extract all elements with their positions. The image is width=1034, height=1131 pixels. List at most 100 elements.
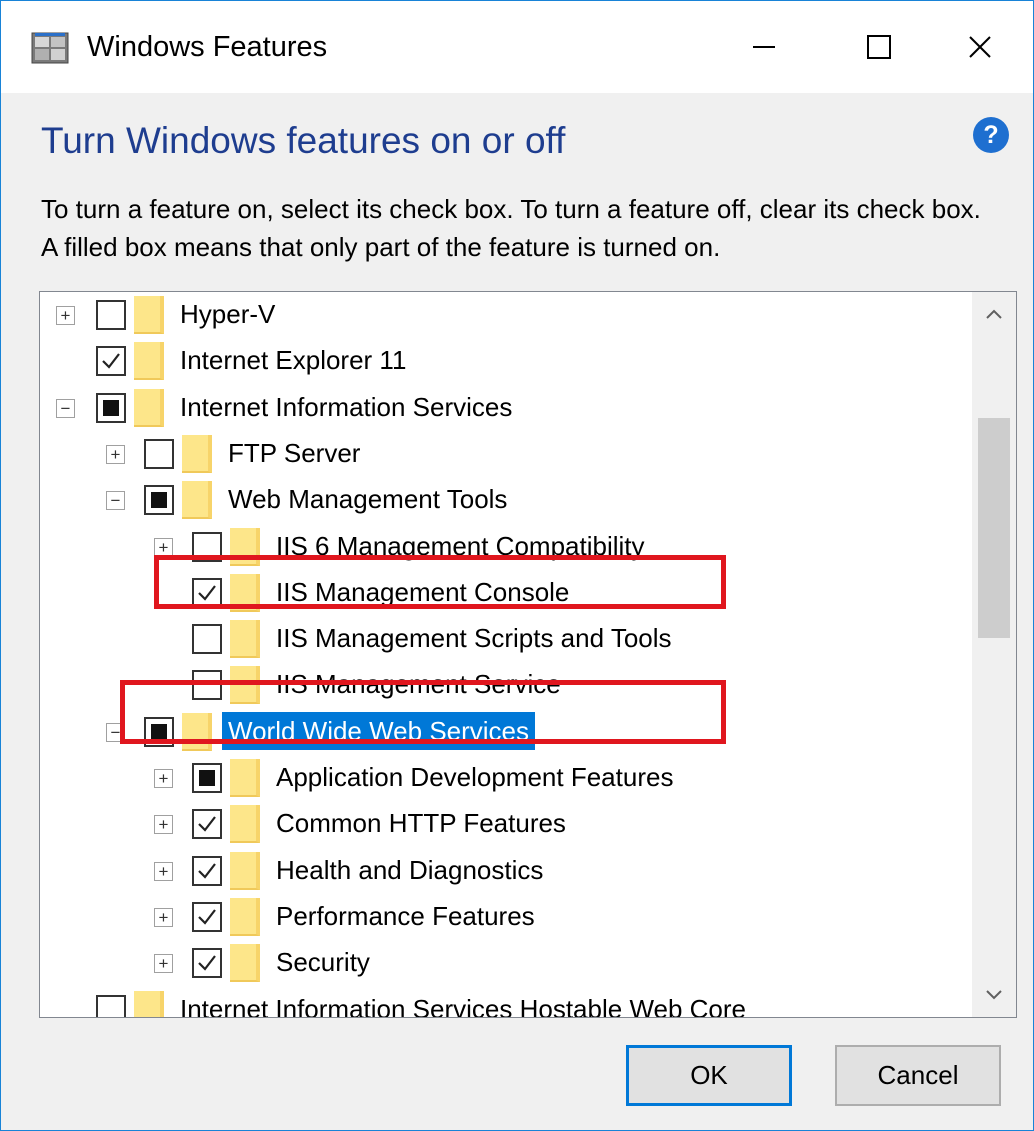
- tree-row[interactable]: − Internet Information Services: [40, 385, 970, 431]
- maximize-button[interactable]: [821, 1, 936, 93]
- folder-icon: [230, 666, 260, 705]
- checkmark-icon: [198, 816, 216, 832]
- dialog-content: Turn Windows features on or off ? To tur…: [1, 93, 1033, 1130]
- feature-label[interactable]: IIS 6 Management Compatibility: [276, 527, 645, 565]
- minimize-icon: [752, 46, 775, 48]
- tree-row[interactable]: + Application Development Features: [40, 755, 970, 801]
- scroll-down-button[interactable]: [972, 973, 1016, 1017]
- windows-features-dialog: Windows Features Turn Windows features o…: [0, 0, 1034, 1131]
- feature-label[interactable]: Web Management Tools: [228, 480, 507, 518]
- feature-checkbox[interactable]: [192, 855, 222, 886]
- folder-icon: [230, 805, 260, 844]
- expand-icon[interactable]: +: [154, 954, 173, 974]
- expand-icon[interactable]: +: [106, 444, 125, 464]
- feature-checkbox[interactable]: [192, 901, 222, 932]
- feature-label[interactable]: IIS Management Service: [276, 665, 561, 703]
- feature-label[interactable]: IIS Management Console: [276, 573, 569, 611]
- tree-row[interactable]: + Performance Features: [40, 894, 970, 940]
- feature-checkbox[interactable]: [192, 763, 222, 793]
- checkmark-icon: [198, 585, 216, 601]
- tree-row[interactable]: − Web Management Tools: [40, 477, 970, 523]
- close-icon: [968, 36, 991, 58]
- feature-checkbox[interactable]: [96, 300, 126, 330]
- tree-row[interactable]: + Security: [40, 940, 970, 986]
- folder-icon: [134, 342, 164, 381]
- feature-checkbox[interactable]: [192, 577, 222, 608]
- folder-icon: [230, 851, 260, 890]
- tree-scrollbar[interactable]: [972, 292, 1016, 1017]
- tree-row[interactable]: Internet Explorer 11: [40, 338, 970, 384]
- expand-icon[interactable]: +: [154, 815, 173, 835]
- scroll-up-button[interactable]: [972, 292, 1016, 336]
- feature-label[interactable]: FTP Server: [228, 434, 360, 472]
- tree-row[interactable]: + Hyper-V: [40, 292, 970, 338]
- tree-row[interactable]: IIS Management Console: [40, 570, 970, 616]
- feature-checkbox[interactable]: [192, 624, 222, 655]
- tree-row[interactable]: + IIS 6 Management Compatibility: [40, 524, 970, 570]
- tree-row[interactable]: − World Wide Web Services: [40, 709, 970, 755]
- folder-icon: [230, 620, 260, 659]
- folder-icon: [230, 897, 260, 936]
- checkmark-icon: [198, 955, 216, 971]
- collapse-icon[interactable]: −: [56, 398, 75, 418]
- feature-label[interactable]: World Wide Web Services: [222, 711, 536, 750]
- feature-checkbox[interactable]: [96, 994, 126, 1017]
- expand-icon[interactable]: +: [154, 537, 173, 557]
- folder-icon: [230, 527, 260, 566]
- folder-icon: [182, 481, 212, 520]
- chevron-up-icon: [986, 309, 1002, 319]
- checkmark-icon: [198, 909, 216, 925]
- features-tree[interactable]: + Hyper-V Internet Explorer 11 − Internet In…: [39, 291, 1017, 1018]
- folder-icon: [134, 388, 164, 427]
- expand-icon[interactable]: +: [154, 861, 173, 881]
- dialog-description: To turn a feature on, select its check b…: [41, 194, 981, 262]
- scroll-thumb[interactable]: [978, 418, 1010, 638]
- feature-label[interactable]: Common HTTP Features: [276, 804, 566, 842]
- chevron-down-icon: [986, 990, 1002, 1000]
- folder-icon: [182, 434, 212, 473]
- tree-row[interactable]: IIS Management Scripts and Tools: [40, 616, 970, 662]
- folder-icon: [230, 573, 260, 612]
- feature-checkbox[interactable]: [96, 392, 126, 423]
- feature-checkbox[interactable]: [192, 670, 222, 701]
- tree-row[interactable]: + Health and Diagnostics: [40, 848, 970, 894]
- feature-checkbox[interactable]: [144, 485, 174, 516]
- feature-checkbox[interactable]: [192, 809, 222, 840]
- ok-button[interactable]: OK: [626, 1045, 792, 1106]
- feature-label[interactable]: IIS Management Scripts and Tools: [276, 619, 672, 657]
- expand-icon[interactable]: +: [56, 306, 75, 325]
- feature-label[interactable]: Application Development Features: [276, 758, 673, 796]
- folder-icon: [134, 296, 164, 334]
- title-bar[interactable]: Windows Features: [1, 1, 1033, 93]
- folder-icon: [134, 990, 164, 1017]
- tree-row[interactable]: + FTP Server: [40, 431, 970, 477]
- feature-checkbox[interactable]: [192, 531, 222, 562]
- feature-label[interactable]: Health and Diagnostics: [276, 851, 543, 889]
- expand-icon[interactable]: +: [154, 907, 173, 927]
- feature-checkbox[interactable]: [144, 438, 174, 469]
- feature-label[interactable]: Hyper-V: [180, 295, 275, 333]
- feature-label[interactable]: Security: [276, 943, 370, 981]
- feature-label[interactable]: Internet Information Services: [180, 388, 512, 426]
- collapse-icon[interactable]: −: [106, 722, 125, 742]
- help-icon[interactable]: ?: [973, 117, 1009, 153]
- maximize-icon: [866, 35, 891, 59]
- tree-row[interactable]: IIS Management Service: [40, 662, 970, 708]
- close-button[interactable]: [926, 1, 1033, 93]
- dialog-heading: Turn Windows features on or off: [41, 120, 566, 161]
- folder-icon: [230, 759, 260, 797]
- folder-icon: [182, 712, 212, 751]
- feature-label[interactable]: Performance Features: [276, 897, 535, 935]
- collapse-icon[interactable]: −: [106, 491, 125, 511]
- cancel-button[interactable]: Cancel: [835, 1045, 1001, 1106]
- window-title: Windows Features: [87, 31, 328, 63]
- tree-row[interactable]: Internet Information Services Hostable W…: [40, 987, 970, 1018]
- feature-checkbox[interactable]: [96, 346, 126, 377]
- tree-row[interactable]: + Common HTTP Features: [40, 801, 970, 847]
- feature-checkbox[interactable]: [192, 948, 222, 979]
- minimize-button[interactable]: [706, 1, 821, 93]
- feature-checkbox[interactable]: [144, 716, 174, 747]
- feature-label[interactable]: Internet Information Services Hostable W…: [180, 990, 746, 1018]
- feature-label[interactable]: Internet Explorer 11: [180, 341, 406, 379]
- expand-icon[interactable]: +: [154, 769, 173, 788]
